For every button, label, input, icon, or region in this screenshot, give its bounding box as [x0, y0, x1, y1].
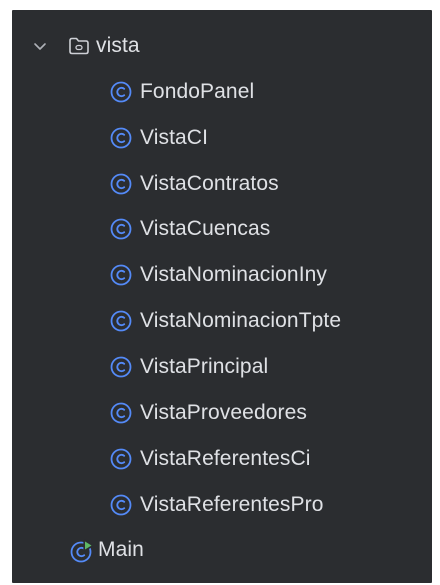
tree-item-class[interactable]: VistaReferentesCi: [12, 439, 432, 479]
tree-folder-vista[interactable]: vista: [12, 26, 432, 66]
class-icon: [110, 81, 132, 103]
class-icon: [110, 218, 132, 240]
tree-item-class[interactable]: FondoPanel: [12, 72, 432, 112]
class-icon: [110, 127, 132, 149]
tree-item-class[interactable]: VistaCI: [12, 118, 432, 158]
tree-item-class[interactable]: VistaPrincipal: [12, 347, 432, 387]
tree-item-class[interactable]: VistaNominacionIny: [12, 255, 432, 295]
class-label: VistaProveedores: [140, 401, 307, 424]
folder-label: vista: [96, 34, 140, 57]
class-icon: [110, 402, 132, 424]
class-icon: [110, 173, 132, 195]
class-icon: [110, 310, 132, 332]
main-label: Main: [98, 538, 144, 561]
class-label: VistaContratos: [140, 172, 279, 195]
class-icon: [110, 448, 132, 470]
runnable-class-icon: [70, 539, 94, 563]
project-tree-panel: vista FondoPanel VistaCI VistaContratos …: [12, 10, 432, 583]
class-label: VistaNominacionTpte: [140, 309, 342, 332]
tree-item-class[interactable]: VistaProveedores: [12, 393, 432, 433]
class-label: VistaReferentesCi: [140, 447, 311, 470]
chevron-down-icon[interactable]: [32, 38, 48, 54]
tree-item-class[interactable]: VistaReferentesPro: [12, 485, 432, 525]
tree-item-main[interactable]: Main: [12, 530, 432, 570]
tree-item-class[interactable]: VistaCuencas: [12, 209, 432, 249]
class-icon: [110, 264, 132, 286]
class-label: VistaCuencas: [140, 217, 271, 240]
class-label: VistaNominacionIny: [140, 263, 328, 286]
class-label: VistaPrincipal: [140, 355, 269, 378]
class-label: VistaCI: [140, 126, 209, 149]
folder-icon: [69, 37, 89, 55]
tree-item-class[interactable]: VistaContratos: [12, 164, 432, 204]
class-icon: [110, 494, 132, 516]
class-label: FondoPanel: [140, 80, 255, 103]
tree-item-class[interactable]: VistaNominacionTpte: [12, 301, 432, 341]
class-icon: [110, 356, 132, 378]
class-label: VistaReferentesPro: [140, 493, 324, 516]
